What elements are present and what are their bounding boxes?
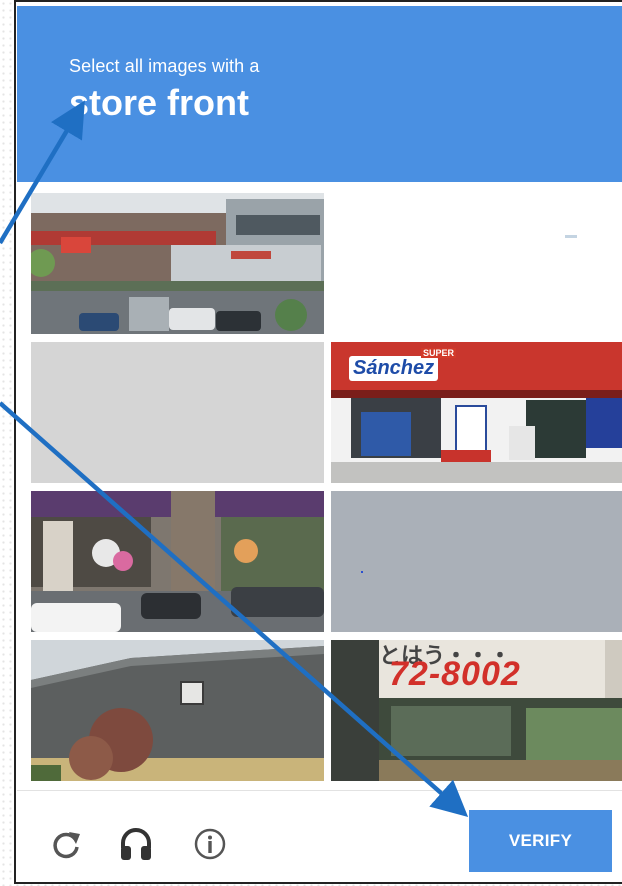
footer-divider [17,790,622,791]
instruction-text: Select all images with a [69,56,260,76]
image-tile-8[interactable]: とはう・・・ 72-8002 [331,640,622,781]
headphones-icon[interactable] [116,824,156,864]
image-tile-3[interactable] [31,342,324,483]
image-tile-5[interactable] [31,491,324,632]
info-icon[interactable] [190,824,230,864]
tile-3-photo [31,342,324,483]
tile-1-photo [31,193,324,334]
image-tile-7[interactable] [31,640,324,781]
reload-icon[interactable] [46,824,86,864]
challenge-header: Select all images with a store front [17,6,622,182]
tile-2-photo [331,193,622,334]
tile-5-photo [31,491,324,632]
shop-phone-number: 72-8002 [389,655,521,693]
tile-7-photo [31,640,324,781]
store-sign-super: SUPER [421,348,457,358]
image-tile-1[interactable] [31,193,324,334]
image-tile-4[interactable]: Sánchez SUPER [331,342,622,483]
store-sign-text: Sánchez [349,356,439,381]
target-object-text: store front [69,82,249,123]
image-tile-2[interactable] [331,193,622,334]
page: Select all images with a store front Sán… [0,0,622,886]
verify-button[interactable]: VERIFY [469,810,612,872]
image-tile-6[interactable] [331,491,622,632]
tile-6-photo [331,491,622,632]
